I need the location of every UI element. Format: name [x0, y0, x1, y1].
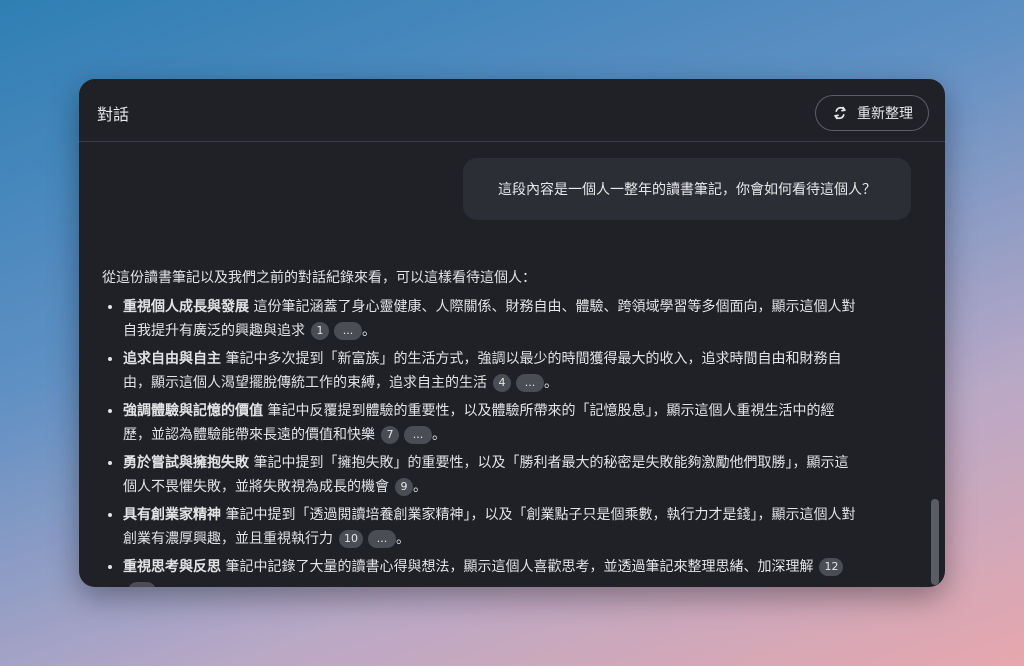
citation-badge[interactable]: 12 — [819, 558, 844, 576]
response-item: 重視個人成長與發展 這份筆記涵蓋了身心靈健康、人際關係、財務自由、體驗、跨領域學… — [123, 295, 862, 343]
conversation-window: 對話 重新整理 這段內容是一個人一整年的讀書筆記，你會如何看待這個人？ 從這份讀… — [79, 79, 945, 587]
citation-badge[interactable]: 1 — [311, 322, 329, 340]
response-item: 強調體驗與記憶的價值 筆記中反覆提到體驗的重要性，以及體驗所帶來的「記憶股息」，… — [123, 399, 862, 447]
assistant-response: 從這份讀書筆記以及我們之前的對話紀錄來看，可以這樣看待這個人： 重視個人成長與發… — [102, 266, 862, 587]
item-title: 勇於嘗試與擁抱失敗 — [123, 455, 249, 471]
window-title: 對話 — [97, 105, 130, 124]
more-citations-badge[interactable]: ... — [516, 374, 544, 392]
item-text: 筆記中提到「透過閱讀培養創業家精神」，以及「創業點子只是個乘數，執行力才是錢」，… — [123, 507, 856, 547]
chat-content: 這段內容是一個人一整年的讀書筆記，你會如何看待這個人？ 從這份讀書筆記以及我們之… — [79, 142, 945, 587]
response-item: 重視思考與反思 筆記中記錄了大量的讀書心得與想法，顯示這個人喜歡思考，並透過筆記… — [123, 555, 862, 587]
citation-badge[interactable]: 7 — [381, 426, 399, 444]
item-end: 。 — [413, 479, 427, 495]
refresh-icon — [834, 106, 846, 120]
item-end: 。 — [156, 583, 170, 587]
response-item: 勇於嘗試與擁抱失敗 筆記中提到「擁抱失敗」的重要性，以及「勝利者最大的秘密是失敗… — [123, 451, 862, 499]
assistant-intro: 從這份讀書筆記以及我們之前的對話紀錄來看，可以這樣看待這個人： — [102, 270, 536, 286]
scrollbar-thumb[interactable] — [931, 499, 939, 585]
response-list: 重視個人成長與發展 這份筆記涵蓋了身心靈健康、人際關係、財務自由、體驗、跨領域學… — [102, 295, 862, 587]
item-end: 。 — [396, 531, 410, 547]
item-title: 強調體驗與記憶的價值 — [123, 403, 263, 419]
item-end: 。 — [544, 375, 558, 391]
more-citations-badge[interactable]: ... — [334, 322, 362, 340]
item-end: 。 — [362, 323, 376, 339]
more-citations-badge[interactable]: ... — [404, 426, 432, 444]
citation-badge[interactable]: 9 — [395, 478, 413, 496]
citation-badge[interactable]: 10 — [339, 530, 363, 548]
item-end: 。 — [432, 427, 446, 443]
response-item: 追求自由與自主 筆記中多次提到「新富族」的生活方式，強調以最少的時間獲得最大的收… — [123, 347, 862, 395]
more-citations-badge[interactable]: ... — [128, 582, 156, 587]
item-title: 具有創業家精神 — [123, 507, 221, 523]
regenerate-button[interactable]: 重新整理 — [815, 95, 929, 131]
citation-badge[interactable]: 4 — [493, 374, 511, 392]
user-message-bubble: 這段內容是一個人一整年的讀書筆記，你會如何看待這個人？ — [463, 158, 911, 220]
item-title: 追求自由與自主 — [123, 351, 221, 367]
item-title: 重視個人成長與發展 — [123, 299, 249, 315]
more-citations-badge[interactable]: ... — [368, 530, 396, 548]
window-header: 對話 重新整理 — [79, 79, 945, 142]
item-text: 筆記中記錄了大量的讀書心得與想法，顯示這個人喜歡思考，並透過筆記來整理思緒、加深… — [221, 559, 814, 575]
item-text: 筆記中多次提到「新富族」的生活方式，強調以最少的時間獲得最大的收入，追求時間自由… — [123, 351, 842, 391]
response-item: 具有創業家精神 筆記中提到「透過閱讀培養創業家精神」，以及「創業點子只是個乘數，… — [123, 503, 862, 551]
regenerate-label: 重新整理 — [857, 106, 913, 122]
item-title: 重視思考與反思 — [123, 559, 221, 575]
